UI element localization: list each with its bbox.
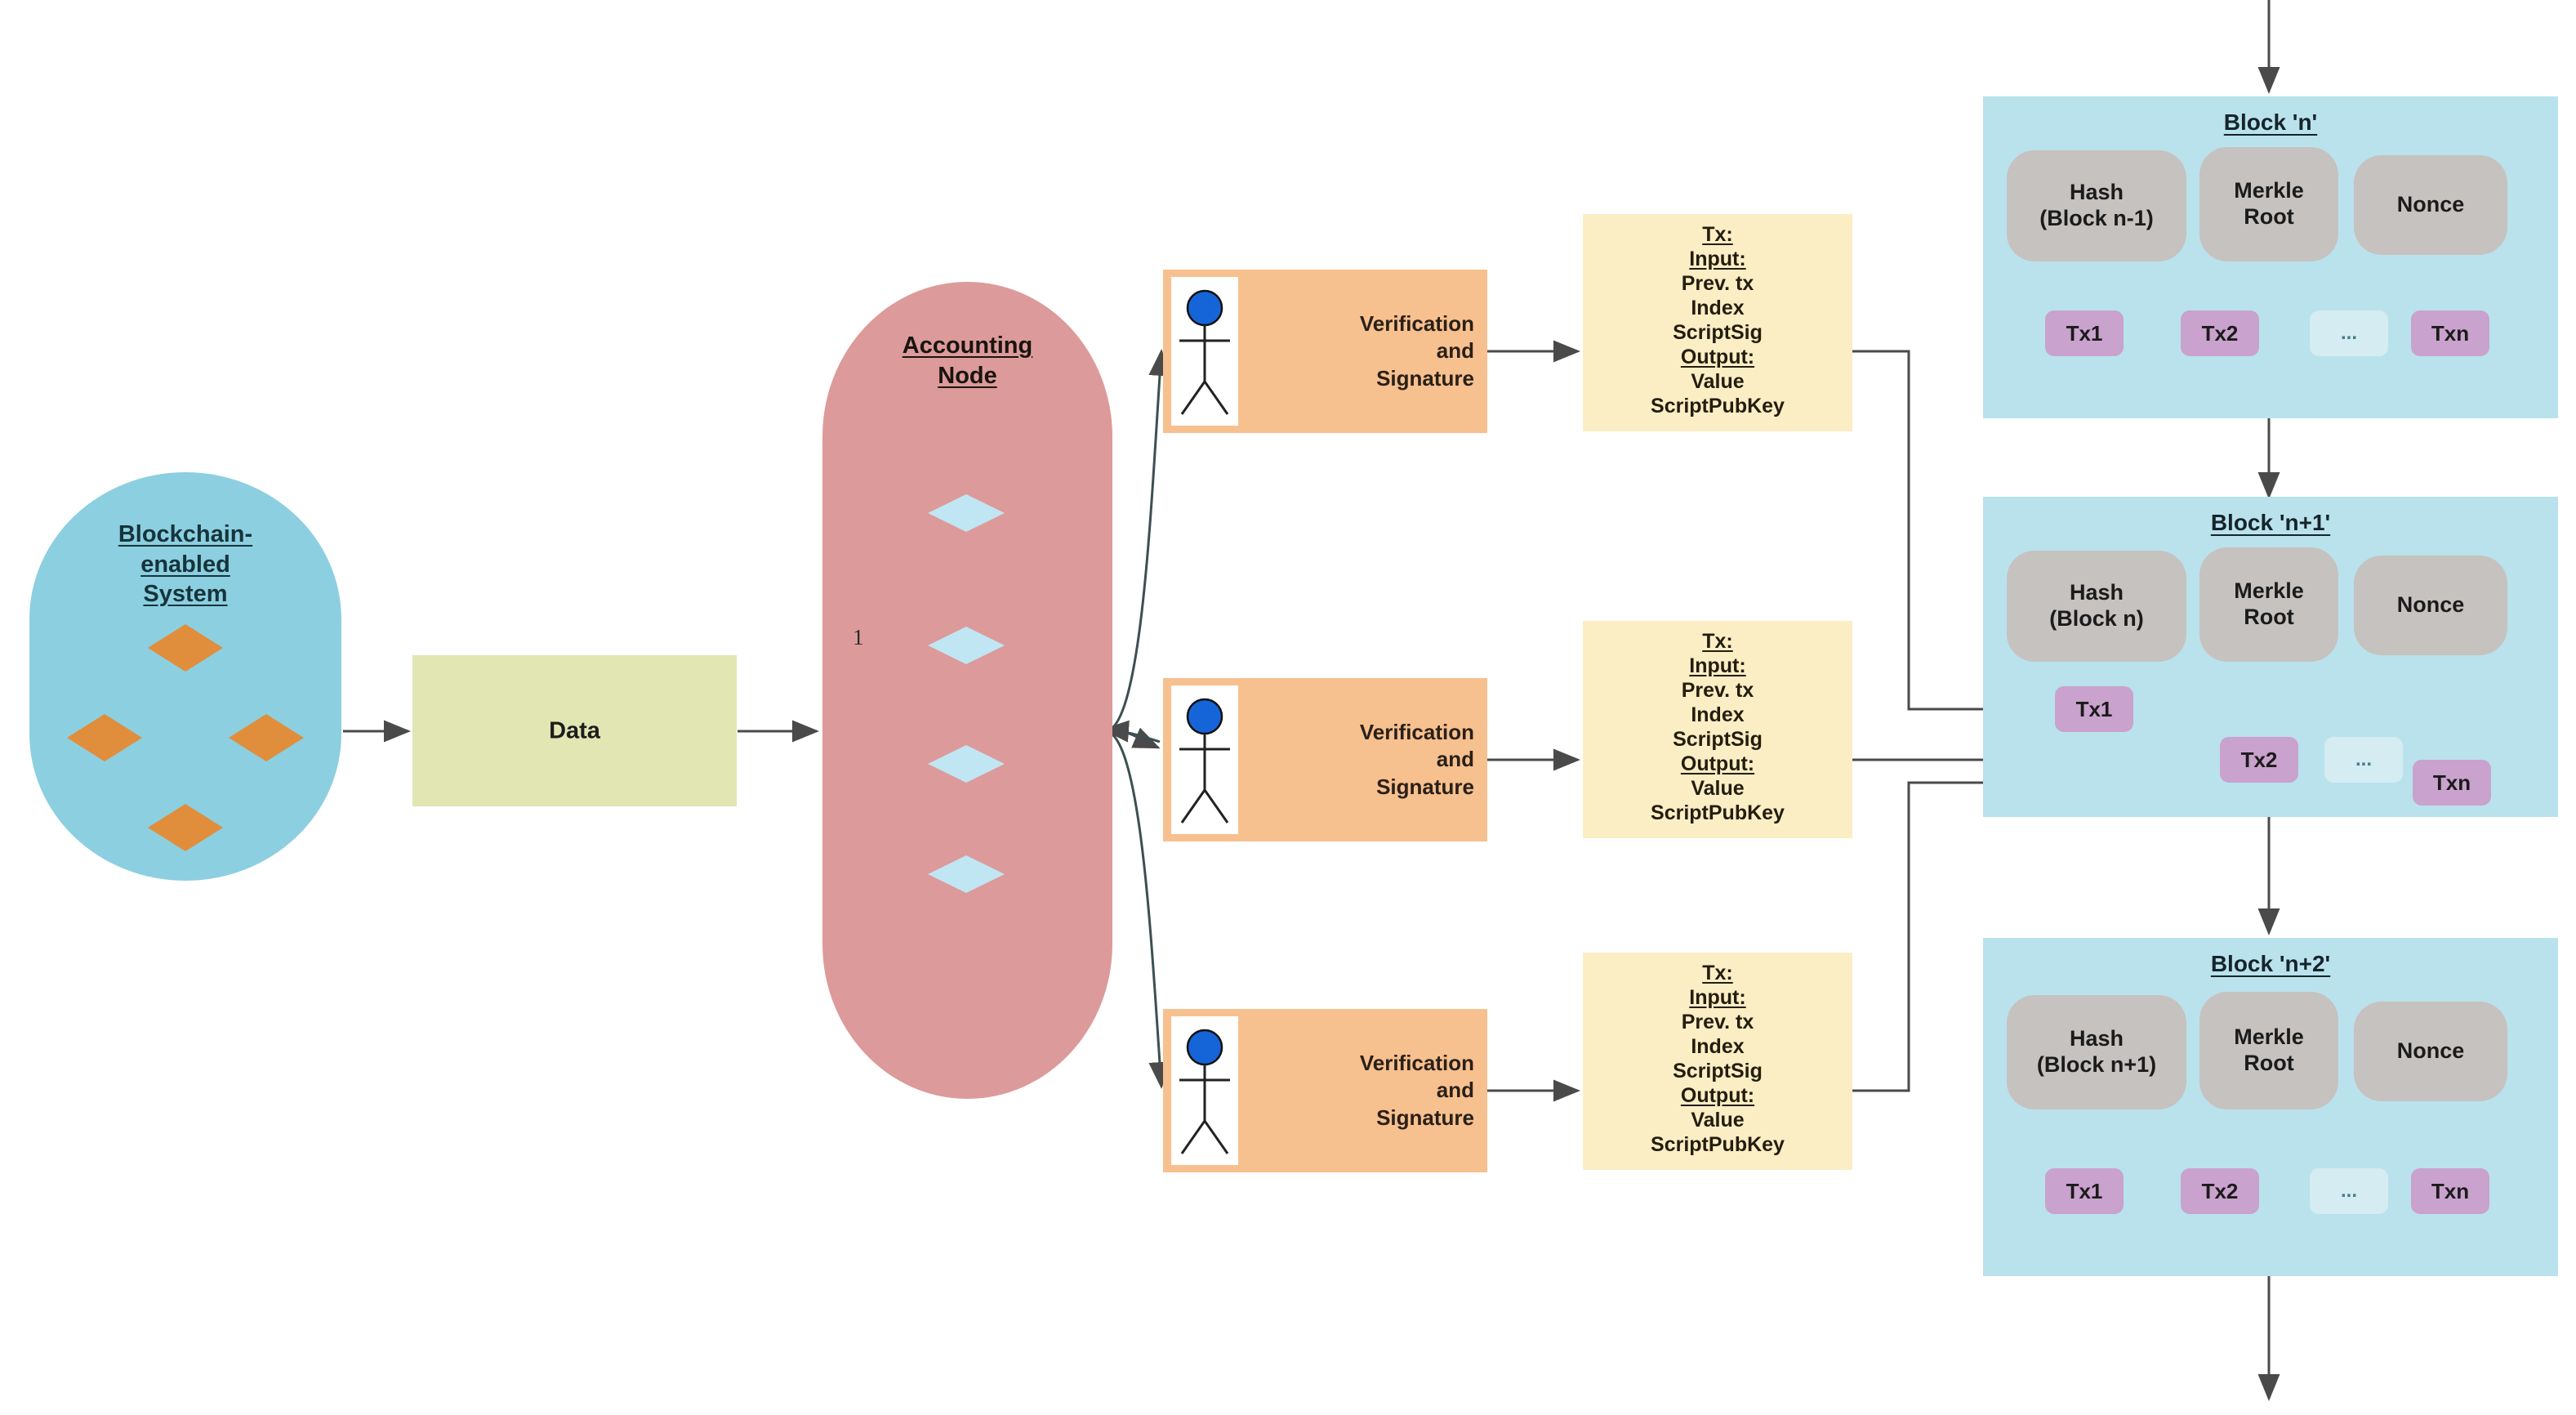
- verification-box-3[interactable]: Verification and Signature: [1163, 1009, 1487, 1172]
- data-box[interactable]: Data: [412, 655, 737, 806]
- block-n-plus-2-hash: Hash (Block n+1): [2007, 995, 2186, 1109]
- tx-line: Tx:: [1702, 223, 1733, 246]
- block-n-plus-2-nonce: Nonce: [2354, 1002, 2507, 1101]
- block-n-plus-1-tx-1[interactable]: Tx1: [2055, 686, 2133, 732]
- block-n-nonce: Nonce: [2354, 155, 2507, 255]
- block-n-tx-1[interactable]: Tx1: [2045, 310, 2124, 356]
- verification-box-2[interactable]: Verification and Signature: [1163, 678, 1487, 841]
- block-n-plus-1-merkle-root: Merkle Root: [2199, 547, 2338, 662]
- accounting-node-diamond-3: [928, 745, 1005, 783]
- tx-detail-box-3[interactable]: Tx: Input: Prev. tx Index ScriptSig Outp…: [1583, 953, 1852, 1170]
- block-n-plus-2-tx-2[interactable]: Tx2: [2181, 1168, 2259, 1214]
- block-n-merkle-root: Merkle Root: [2199, 147, 2338, 261]
- verification-label-2: Verification and Signature: [1359, 720, 1474, 799]
- tx-line: Tx:: [1702, 962, 1733, 984]
- accounting-node-marker: 1: [853, 625, 864, 649]
- block-n-plus-1-nonce: Nonce: [2354, 556, 2507, 655]
- tx-line: Tx:: [1702, 630, 1733, 653]
- block-n-plus-2-tx-ellipsis: ...: [2310, 1168, 2388, 1214]
- tx-line: Value: [1691, 777, 1745, 800]
- tx-line: Output:: [1680, 752, 1755, 775]
- tx-line: ScriptSig: [1673, 728, 1763, 751]
- block-n-plus-1-title: Block 'n+1': [2210, 510, 2331, 535]
- system-node-right: [229, 714, 304, 761]
- diagram-canvas: Blockchain- enabled System Data Accounti…: [0, 0, 2576, 1415]
- block-n-plus-1-hash: Hash (Block n): [2007, 551, 2186, 662]
- accounting-node-diamond-2: [928, 627, 1005, 664]
- verification-label-3: Verification and Signature: [1359, 1051, 1474, 1130]
- block-n-plus-2[interactable]: Block 'n+2' Hash (Block n+1) Merkle Root N…: [1983, 938, 2558, 1276]
- tx-line: Prev. tx: [1681, 272, 1754, 295]
- tx-detail-box-2[interactable]: Tx: Input: Prev. tx Index ScriptSig Outp…: [1583, 621, 1852, 838]
- tx-line: Input:: [1689, 654, 1746, 677]
- person-icon: [1171, 1016, 1238, 1165]
- tx-line: Value: [1691, 1109, 1745, 1132]
- tx-line: Prev. tx: [1681, 679, 1754, 702]
- tx-detail-box-1[interactable]: Tx: Input: Prev. tx Index ScriptSig Outp…: [1583, 214, 1852, 431]
- tx-line: Output:: [1680, 346, 1755, 368]
- tx-line: ScriptPubKey: [1651, 395, 1785, 417]
- tx-line: Value: [1691, 370, 1745, 393]
- block-n-tx-2[interactable]: Tx2: [2181, 310, 2259, 356]
- verification-label-1: Verification and Signature: [1359, 311, 1474, 391]
- system-node-top: [148, 624, 223, 672]
- tx-line: Index: [1691, 703, 1745, 726]
- tx-line: Prev. tx: [1681, 1011, 1754, 1033]
- accounting-node-label: Accounting Node: [902, 333, 1033, 389]
- tx-line: Output:: [1680, 1084, 1755, 1107]
- blockchain-enabled-system[interactable]: Blockchain- enabled System: [29, 472, 341, 881]
- block-n[interactable]: Block 'n' Hash (Block n-1) Merkle Root Non…: [1983, 96, 2558, 418]
- block-n-tx-n[interactable]: Txn: [2411, 310, 2489, 356]
- tx-line: Input:: [1689, 248, 1746, 270]
- person-icon: [1171, 685, 1238, 834]
- tx-line: ScriptSig: [1673, 1060, 1763, 1082]
- block-n-tx-ellipsis: ...: [2310, 310, 2388, 356]
- data-box-label: Data: [549, 717, 600, 743]
- accounting-node[interactable]: Accounting Node 1: [822, 282, 1112, 1099]
- block-n-plus-2-tx-n[interactable]: Txn: [2411, 1168, 2489, 1214]
- system-node-left: [67, 714, 142, 761]
- block-n-plus-1-tx-2[interactable]: Tx2: [2220, 737, 2298, 783]
- accounting-node-grid: 1: [853, 494, 1072, 893]
- block-n-plus-2-title: Block 'n+2': [2210, 951, 2331, 976]
- tx-line: ScriptPubKey: [1651, 1133, 1785, 1156]
- verification-box-1[interactable]: Verification and Signature: [1163, 270, 1487, 433]
- tx-line: Index: [1691, 1035, 1745, 1058]
- tx-line: Input:: [1689, 986, 1746, 1009]
- system-node-bottom: [148, 804, 223, 851]
- block-n-hash: Hash (Block n-1): [2007, 150, 2186, 261]
- blockchain-system-node-grid: [67, 624, 304, 851]
- block-n-title: Block 'n': [2223, 109, 2318, 135]
- accounting-node-diamond-4: [928, 855, 1005, 893]
- block-n-plus-1-tx-n[interactable]: Txn: [2413, 760, 2491, 806]
- block-n-plus-1[interactable]: Block 'n+1' Hash (Block n) Merkle Root Non…: [1983, 497, 2558, 817]
- blockchain-system-label: Blockchain- enabled System: [118, 521, 253, 608]
- block-n-plus-1-tx-ellipsis: ...: [2324, 737, 2403, 783]
- person-icon: [1171, 277, 1238, 426]
- tx-line: ScriptPubKey: [1651, 801, 1785, 824]
- tx-line: Index: [1691, 297, 1745, 319]
- accounting-node-diamond-1: [928, 494, 1005, 532]
- tx-line: ScriptSig: [1673, 321, 1763, 344]
- block-n-plus-2-merkle-root: Merkle Root: [2199, 992, 2338, 1109]
- block-n-plus-2-tx-1[interactable]: Tx1: [2045, 1168, 2124, 1214]
